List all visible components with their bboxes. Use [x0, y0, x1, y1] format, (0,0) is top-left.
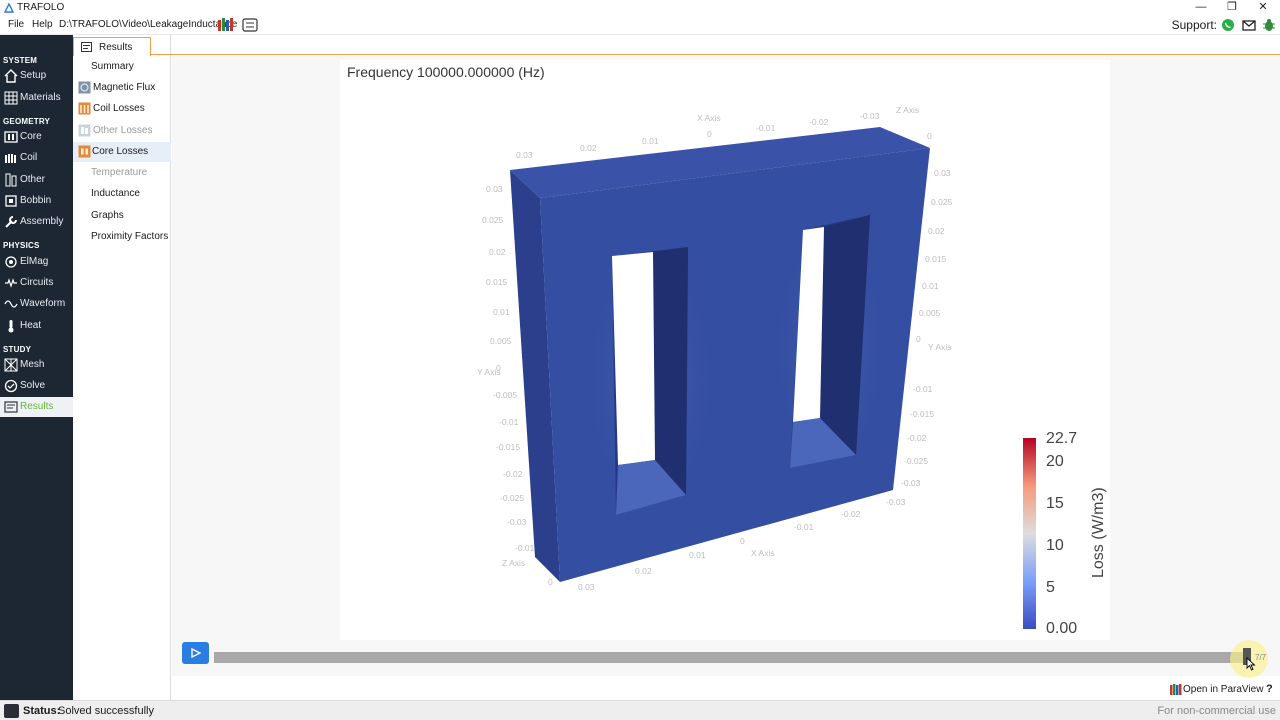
left-tick: 0.02 — [489, 247, 506, 257]
bottom-tick: 0 — [740, 536, 745, 546]
right-tick: -0.025 — [904, 456, 928, 466]
top-tick: 0 — [927, 131, 932, 141]
colorbar-tick: 10 — [1046, 537, 1064, 554]
help-button[interactable]: ? — [1266, 683, 1273, 695]
z-axis-title-top: Z Axis — [896, 105, 919, 115]
right-tick: 0.025 — [931, 197, 953, 207]
top-tick: 0.02 — [580, 143, 597, 153]
right-tick: 0.02 — [928, 226, 945, 236]
left-tick: 0.01 — [493, 307, 510, 317]
y-axis-title-right: Y Axis — [928, 342, 951, 352]
bottom-tick: 0.01 — [689, 550, 706, 560]
left-tick: -0.03 — [507, 517, 527, 527]
right-tick: 0.01 — [922, 281, 939, 291]
bottom-tick: -0.01 — [794, 522, 814, 532]
left-tick: -0.02 — [503, 469, 523, 479]
bottom-tick: 0.02 — [635, 566, 652, 576]
right-tick: -0.01 — [913, 384, 933, 394]
paraview-icon — [1170, 684, 1182, 695]
z-axis-title-bottom: Z Axis — [502, 558, 525, 568]
left-tick: -0.01 — [515, 543, 535, 553]
left-tick: -0.005 — [493, 390, 517, 400]
top-tick: -0.03 — [860, 111, 880, 121]
status-key: Status: — [23, 705, 61, 717]
terminal-icon[interactable] — [4, 704, 19, 718]
colorbar-tick: 15 — [1046, 495, 1064, 512]
right-tick: 0.015 — [925, 254, 947, 264]
left-tick: -0.01 — [499, 417, 519, 427]
status-value: Solved successfully — [58, 705, 154, 717]
status-bar: Status: Solved successfully For non-comm… — [0, 700, 1280, 720]
right-tick: -0.03 — [901, 478, 921, 488]
top-tick: -0.02 — [809, 117, 829, 127]
top-tick: -0.01 — [756, 123, 776, 133]
bottom-tick: 0.03 — [578, 582, 595, 592]
right-tick: -0.015 — [910, 409, 934, 419]
time-slider-track[interactable] — [214, 652, 1248, 663]
colorbar-tick: 5 — [1046, 579, 1055, 596]
bottom-tick: -0.03 — [886, 497, 906, 507]
left-tick: 0 — [496, 363, 501, 373]
colorbar-title: Loss (W/m3) — [1090, 487, 1107, 578]
play-button[interactable] — [182, 642, 209, 664]
left-tick: 0.03 — [486, 184, 503, 194]
top-tick: 0 — [707, 129, 712, 139]
left-tick: 0 — [548, 577, 553, 587]
core-loss-plot[interactable]: X Axis Z Axis 0.03 0.02 0.01 0 -0.01 -0.… — [0, 0, 1280, 720]
mouse-cursor-icon — [1246, 657, 1256, 671]
license-note: For non-commercial use — [1157, 705, 1276, 717]
right-tick: -0.02 — [907, 433, 927, 443]
colorbar-tick: 20 — [1046, 453, 1064, 470]
right-tick: 0 — [916, 334, 921, 344]
left-tick: -0.025 — [500, 493, 524, 503]
left-tick: 0.015 — [486, 277, 508, 287]
colorbar-min: 0.00 — [1046, 620, 1077, 637]
x-axis-title-top: X Axis — [697, 113, 721, 123]
left-tick: 0.005 — [490, 336, 512, 346]
right-tick: 0.005 — [919, 308, 941, 318]
top-tick: 0.03 — [516, 150, 533, 160]
left-tick: 0.025 — [482, 215, 504, 225]
play-icon — [191, 648, 201, 658]
top-tick: 0.01 — [642, 136, 659, 146]
left-tick: -0.015 — [496, 442, 520, 452]
left-window — [612, 252, 655, 465]
colorbar — [1023, 438, 1036, 629]
colorbar-max: 22.7 — [1046, 430, 1077, 447]
right-tick: 0.03 — [934, 168, 951, 178]
bottom-tick: -0.02 — [841, 509, 861, 519]
x-axis-title-bottom: X Axis — [751, 548, 775, 558]
time-step-label: 7/7 — [1255, 653, 1267, 662]
